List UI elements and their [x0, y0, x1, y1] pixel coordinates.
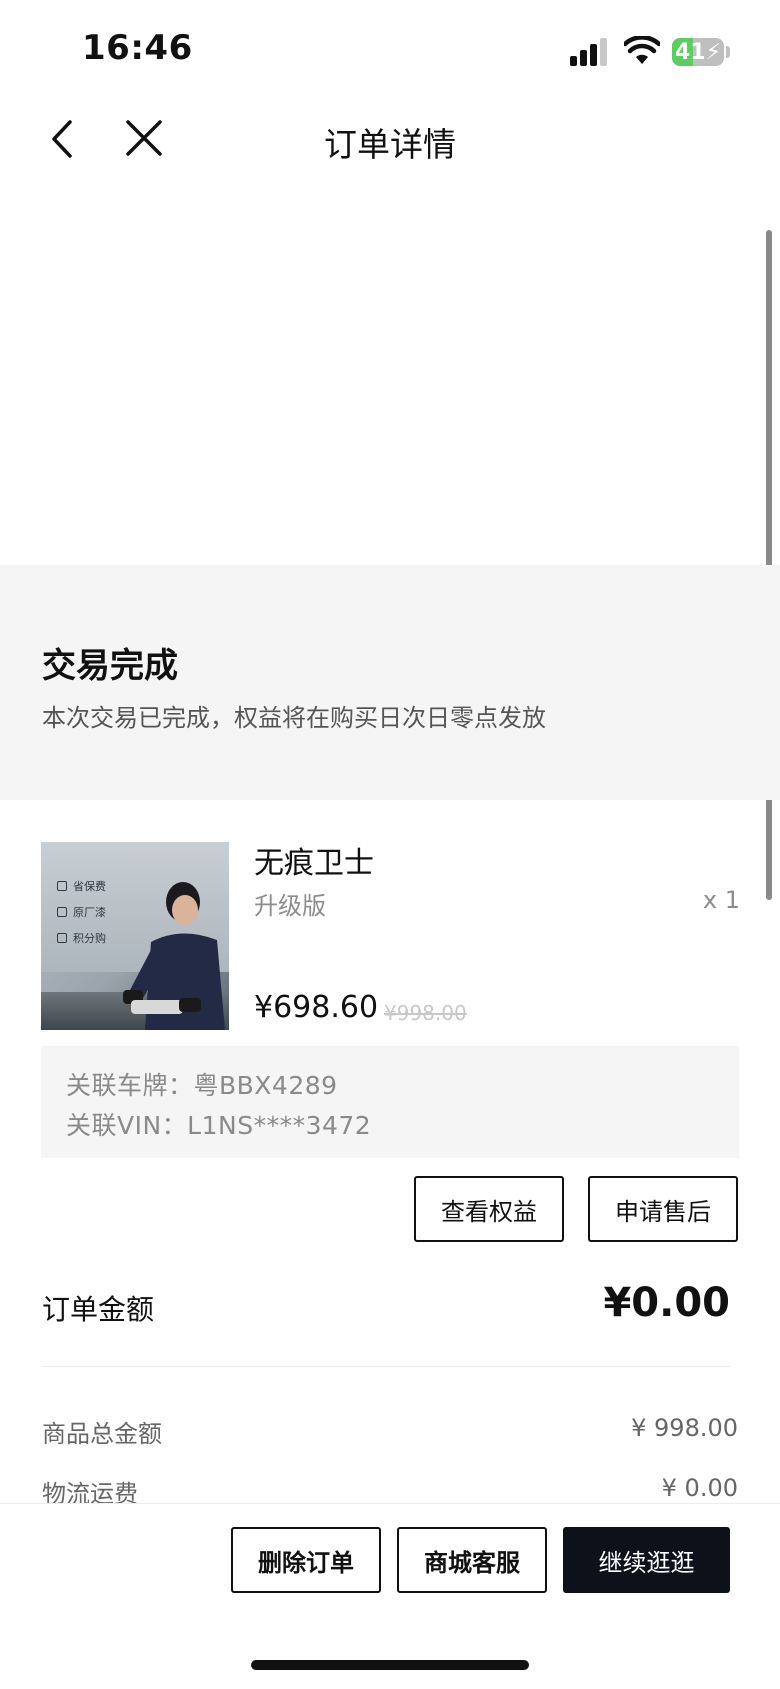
product-original-price: ¥998.00: [384, 1001, 467, 1025]
delete-order-button[interactable]: 删除订单: [231, 1527, 381, 1593]
product-image[interactable]: 省保费 原厂漆 积分购: [41, 842, 229, 1030]
apply-after-sale-button[interactable]: 申请售后: [588, 1176, 738, 1242]
product-image-tag: 省保费: [57, 878, 106, 894]
wifi-icon: [624, 36, 660, 64]
divider: [42, 1366, 730, 1367]
order-total-value: ¥0.00: [603, 1280, 730, 1326]
battery-charging-icon: 41 ⚡: [672, 38, 724, 66]
continue-shopping-button[interactable]: 继续逛逛: [563, 1527, 730, 1593]
linked-plate: 关联车牌：粤BBX4289: [66, 1071, 338, 1100]
tag-bullet-icon: [57, 933, 67, 943]
subtotal-value: ¥ 998.00: [631, 1414, 738, 1442]
linked-vin: 关联VIN：L1NS****3472: [66, 1111, 372, 1140]
order-status-title: 交易完成: [42, 646, 178, 686]
subtotal-label: 商品总金额: [42, 1420, 162, 1448]
product-spec: 升级版: [254, 892, 326, 920]
cellular-signal-icon: [570, 38, 607, 66]
tag-bullet-icon: [57, 881, 67, 891]
battery-cap: [726, 46, 730, 58]
shipping-fee-value: ¥ 0.00: [661, 1474, 738, 1502]
view-benefits-button[interactable]: 查看权益: [414, 1176, 564, 1242]
product-name[interactable]: 无痕卫士: [254, 838, 374, 882]
home-indicator[interactable]: [251, 1660, 529, 1670]
product-image-tag: 积分购: [57, 930, 106, 946]
order-status-description: 本次交易已完成，权益将在购买日次日零点发放: [42, 704, 546, 732]
battery-level-text: 41 ⚡: [674, 39, 722, 65]
order-total-label: 订单金额: [42, 1293, 155, 1326]
product-quantity: x 1: [702, 886, 740, 914]
product-price: ¥698.60: [254, 990, 379, 1025]
tag-bullet-icon: [57, 907, 67, 917]
status-time: 16:46: [82, 28, 193, 68]
product-image-tag: 原厂漆: [57, 904, 106, 920]
customer-service-button[interactable]: 商城客服: [397, 1527, 547, 1593]
page-title: 订单详情: [324, 125, 456, 164]
technician-figure: [123, 882, 225, 1030]
